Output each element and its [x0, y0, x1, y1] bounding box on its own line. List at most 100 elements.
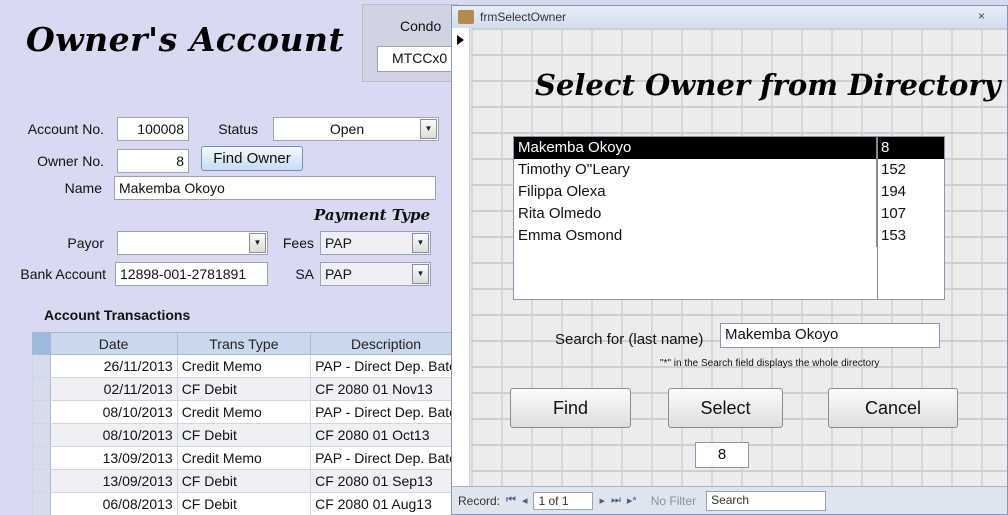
table-row[interactable]: 26/11/2013 Credit Memo PAP - Direct Dep. B…: [32, 354, 462, 378]
type-cell[interactable]: CF Debit: [176, 492, 312, 515]
select-button[interactable]: Select: [668, 388, 783, 428]
form-icon: [458, 10, 474, 24]
selected-owner-no-field[interactable]: 8: [695, 442, 749, 468]
record-position-input[interactable]: 1 of 1: [533, 491, 594, 510]
type-cell[interactable]: CF Debit: [176, 469, 312, 493]
table-row[interactable]: 08/10/2013 Credit Memo PAP - Direct Dep. B…: [32, 400, 462, 424]
list-item[interactable]: Makemba Okoyo 8: [514, 137, 944, 159]
table-row[interactable]: 02/11/2013 CF Debit CF 2080 01 Nov13: [32, 377, 462, 401]
row-selector[interactable]: [32, 400, 51, 424]
previous-record-icon[interactable]: ◂: [522, 494, 528, 507]
sa-dropdown-icon[interactable]: ▼: [412, 264, 429, 284]
desc-cell[interactable]: CF 2080 01 Sep13: [310, 469, 462, 493]
find-button[interactable]: Find: [510, 388, 631, 428]
listbox-column-divider: [877, 137, 878, 299]
date-cell[interactable]: 02/11/2013: [49, 377, 178, 401]
name-field[interactable]: Makemba Okoyo: [114, 176, 436, 200]
sa-label: SA: [295, 266, 314, 282]
list-item[interactable]: Timothy O''Leary 152: [514, 159, 944, 181]
search-input[interactable]: Makemba Okoyo: [720, 323, 940, 348]
status-value: Open: [329, 121, 365, 137]
transactions-title: Account Transactions: [44, 307, 191, 323]
dialog-titlebar[interactable]: frmSelectOwner ×: [452, 6, 1007, 28]
status-combo[interactable]: Open ▼: [273, 117, 439, 141]
col-desc-header[interactable]: Description: [310, 332, 462, 355]
close-icon[interactable]: ×: [978, 9, 985, 23]
desc-cell[interactable]: PAP - Direct Dep. Bato: [310, 354, 462, 378]
col-date-header[interactable]: Date: [49, 332, 178, 355]
date-cell[interactable]: 08/10/2013: [49, 423, 178, 447]
fees-dropdown-icon[interactable]: ▼: [412, 233, 429, 253]
next-record-icon[interactable]: ▸: [599, 494, 605, 507]
desc-cell[interactable]: PAP - Direct Dep. Bato: [310, 446, 462, 470]
owner-number: 152: [881, 161, 907, 178]
row-selector[interactable]: [32, 469, 51, 493]
cancel-button[interactable]: Cancel: [828, 388, 958, 428]
name-label: Name: [64, 180, 102, 196]
date-cell[interactable]: 08/10/2013: [49, 400, 178, 424]
table-row[interactable]: 13/09/2013 Credit Memo PAP - Direct Dep. B…: [32, 446, 462, 470]
row-selector[interactable]: [32, 377, 51, 401]
payment-type-heading: Payment Type: [314, 206, 431, 224]
list-item[interactable]: Emma Osmond 153: [514, 225, 944, 247]
type-cell[interactable]: Credit Memo: [176, 446, 312, 470]
date-cell[interactable]: 13/09/2013: [49, 469, 178, 493]
owner-no-label: Owner No.: [37, 153, 104, 169]
search-hint: "*" in the Search field displays the who…: [660, 358, 880, 369]
payor-dropdown-icon[interactable]: ▼: [249, 233, 266, 253]
payor-combo[interactable]: ▼: [117, 231, 268, 255]
owner-name: Timothy O''Leary: [514, 159, 877, 181]
desc-cell[interactable]: CF 2080 01 Oct13: [310, 423, 462, 447]
last-record-icon[interactable]: ⏭: [611, 494, 621, 507]
select-all-cell[interactable]: [32, 332, 51, 355]
table-row[interactable]: 08/10/2013 CF Debit CF 2080 01 Oct13: [32, 423, 462, 447]
date-cell[interactable]: 06/08/2013: [49, 492, 178, 515]
nav-search-input[interactable]: Search: [706, 490, 827, 511]
row-selector[interactable]: [32, 446, 51, 470]
date-cell[interactable]: 26/11/2013: [49, 354, 178, 378]
dialog-body: Select Owner from Directory Makemba Okoy…: [471, 28, 1007, 486]
owner-number: 194: [881, 183, 907, 200]
date-cell[interactable]: 13/09/2013: [49, 446, 178, 470]
desc-cell[interactable]: PAP - Direct Dep. Bato: [310, 400, 462, 424]
first-record-icon[interactable]: ⏮: [506, 494, 516, 507]
row-selector[interactable]: [32, 492, 51, 515]
type-cell[interactable]: Credit Memo: [176, 400, 312, 424]
type-cell[interactable]: Credit Memo: [176, 354, 312, 378]
owner-number: 153: [881, 227, 907, 244]
table-row[interactable]: 13/09/2013 CF Debit CF 2080 01 Sep13: [32, 469, 462, 493]
desc-cell[interactable]: CF 2080 01 Nov13: [310, 377, 462, 401]
row-selector[interactable]: [32, 423, 51, 447]
new-record-icon[interactable]: ▸*: [627, 494, 637, 507]
type-cell[interactable]: CF Debit: [176, 377, 312, 401]
status-dropdown-icon[interactable]: ▼: [420, 119, 437, 139]
dialog-title: frmSelectOwner: [480, 10, 567, 24]
type-cell[interactable]: CF Debit: [176, 423, 312, 447]
col-type-header[interactable]: Trans Type: [176, 332, 312, 355]
transactions-grid: Date Trans Type Description 26/11/2013 Cr…: [32, 332, 462, 515]
condo-label: Condo: [400, 18, 442, 34]
fees-combo[interactable]: PAP ▼: [320, 231, 431, 255]
owner-no-field[interactable]: 8: [117, 149, 189, 173]
list-item[interactable]: Rita Olmedo 107: [514, 203, 944, 225]
account-no-label: Account No.: [27, 121, 104, 137]
find-owner-button[interactable]: Find Owner: [201, 146, 303, 171]
condo-field[interactable]: MTCCx0: [377, 46, 459, 72]
record-selector[interactable]: [452, 28, 470, 486]
owner-listbox[interactable]: Makemba Okoyo 8 Timothy O''Leary 152 Fil…: [513, 136, 945, 300]
sa-value: PAP: [325, 266, 352, 282]
no-filter-button[interactable]: No Filter: [651, 494, 696, 508]
desc-cell[interactable]: CF 2080 01 Aug13: [310, 492, 462, 515]
table-row[interactable]: 06/08/2013 CF Debit CF 2080 01 Aug13: [32, 492, 462, 515]
form-title: Owner's Account: [26, 20, 345, 59]
fees-value: PAP: [325, 235, 352, 251]
bank-account-field[interactable]: 12898-001-2781891: [115, 262, 268, 286]
account-no-field[interactable]: 100008: [117, 117, 189, 141]
sa-combo[interactable]: PAP ▼: [320, 262, 431, 286]
owner-name: Makemba Okoyo: [514, 137, 877, 159]
row-selector[interactable]: [32, 354, 51, 378]
payor-label: Payor: [67, 235, 104, 251]
owner-number: 107: [881, 205, 907, 222]
list-item[interactable]: Filippa Olexa 194: [514, 181, 944, 203]
record-label: Record:: [458, 493, 501, 508]
